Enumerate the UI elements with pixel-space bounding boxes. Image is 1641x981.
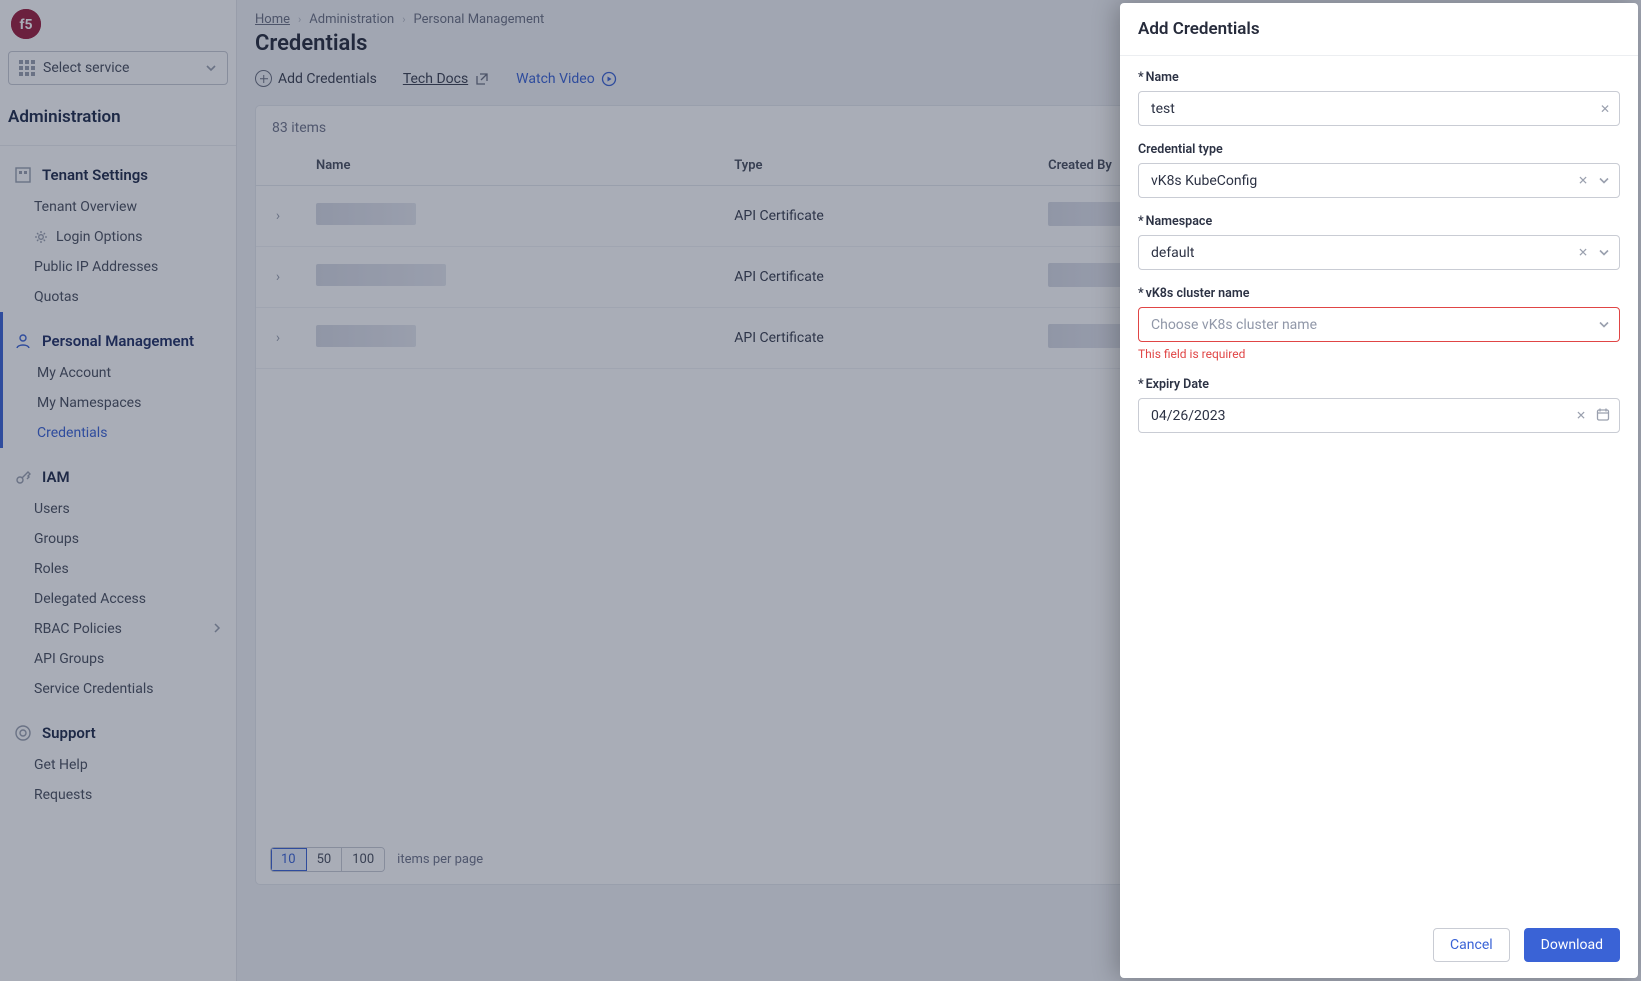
chevron-down-icon[interactable] (1598, 243, 1610, 262)
field-credential-type: Credential type vK8s KubeConfig ✕ (1138, 142, 1620, 198)
cluster-name-select[interactable]: Choose vK8s cluster name (1138, 307, 1620, 342)
field-namespace: *Namespace default ✕ (1138, 214, 1620, 270)
expiry-date-input[interactable] (1138, 398, 1620, 433)
clear-icon[interactable]: ✕ (1600, 102, 1610, 116)
chevron-down-icon[interactable] (1598, 315, 1610, 334)
chevron-down-icon[interactable] (1598, 171, 1610, 190)
add-credentials-drawer: Add Credentials *Name ✕ Credential type … (1120, 3, 1638, 978)
field-expiry-date: *Expiry Date ✕ (1138, 377, 1620, 433)
credential-type-select[interactable]: vK8s KubeConfig (1138, 163, 1620, 198)
cancel-button[interactable]: Cancel (1433, 928, 1510, 962)
download-button[interactable]: Download (1524, 928, 1620, 962)
calendar-icon[interactable] (1596, 406, 1610, 425)
namespace-select[interactable]: default (1138, 235, 1620, 270)
name-input[interactable] (1138, 91, 1620, 126)
field-error: This field is required (1138, 347, 1620, 361)
clear-icon[interactable]: ✕ (1578, 174, 1588, 188)
field-label: *vK8s cluster name (1138, 286, 1620, 301)
field-label: *Name (1138, 70, 1620, 85)
clear-icon[interactable]: ✕ (1578, 246, 1588, 260)
clear-icon[interactable]: ✕ (1576, 409, 1586, 423)
field-name: *Name ✕ (1138, 70, 1620, 126)
field-label: *Namespace (1138, 214, 1620, 229)
field-label: Credential type (1138, 142, 1620, 157)
drawer-title: Add Credentials (1120, 3, 1638, 56)
field-label: *Expiry Date (1138, 377, 1620, 392)
field-cluster-name: *vK8s cluster name Choose vK8s cluster n… (1138, 286, 1620, 361)
